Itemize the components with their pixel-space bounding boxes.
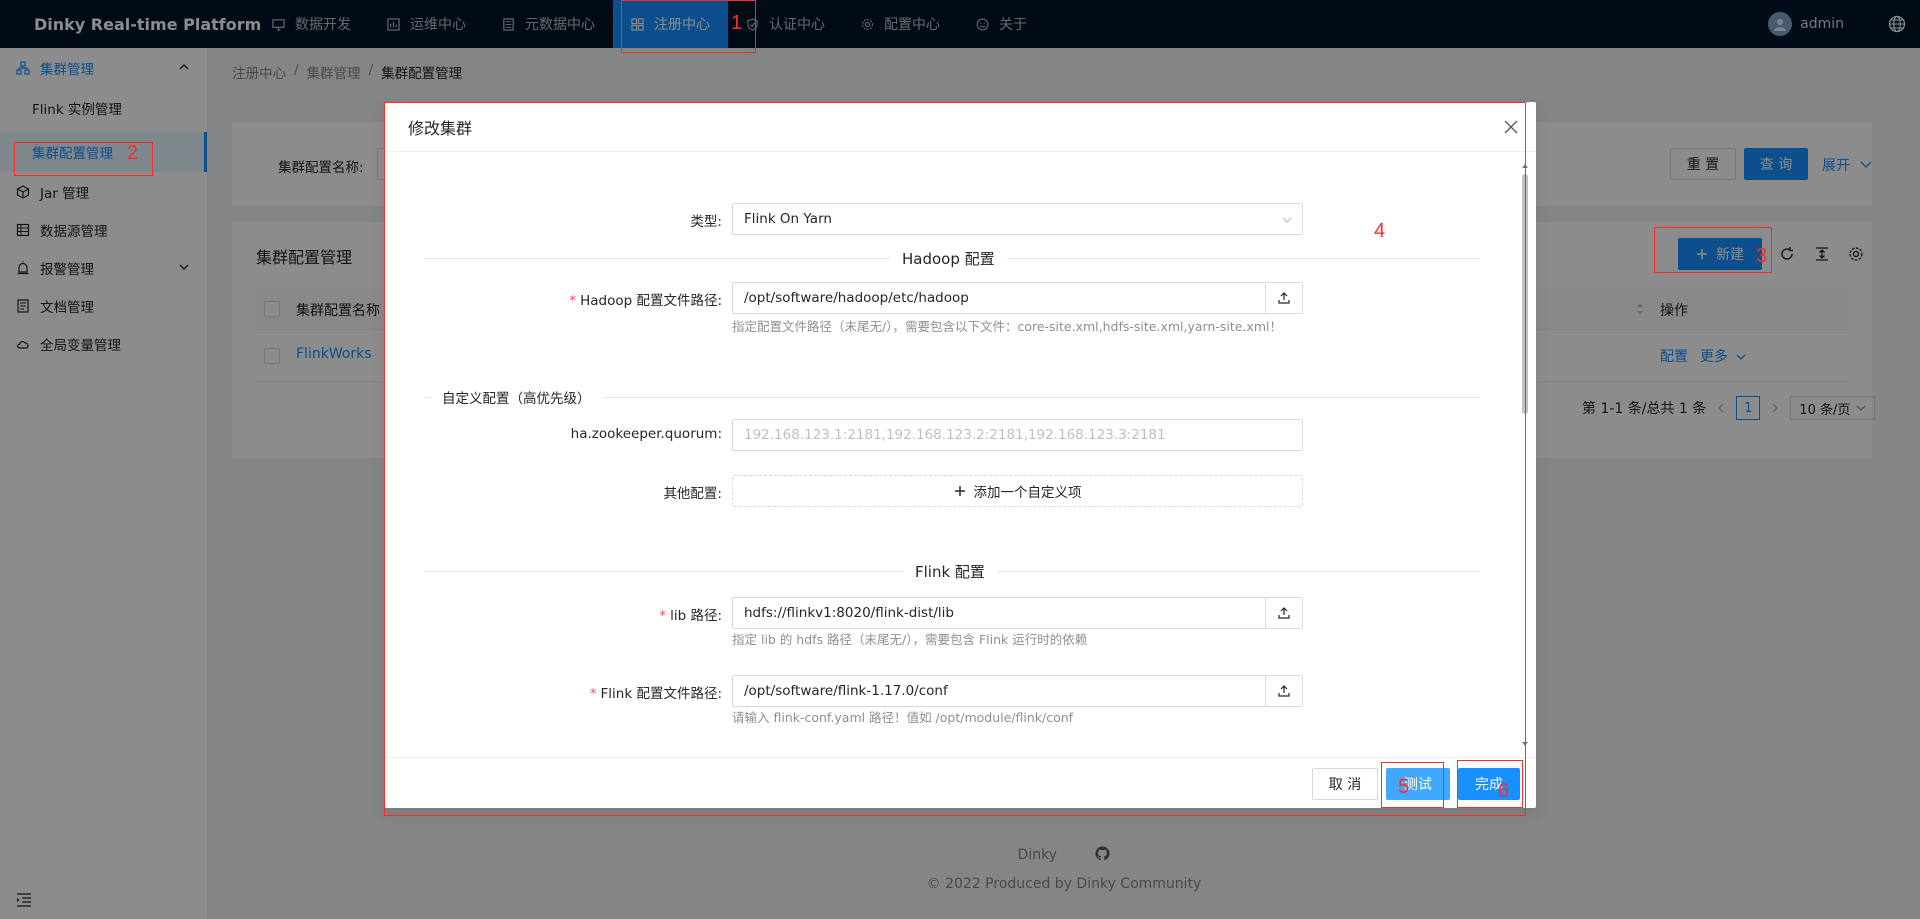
annotation-box-6 — [1457, 760, 1523, 808]
annotation-box-3 — [1654, 227, 1772, 273]
annotation-number-5: 5 — [1398, 776, 1410, 798]
annotation-number-6: 6 — [1498, 780, 1510, 802]
annotation-box-5 — [1381, 762, 1444, 808]
annotation-number-2: 2 — [127, 142, 139, 164]
annotation-box-4 — [384, 102, 1526, 816]
annotation-number-4: 4 — [1374, 220, 1386, 242]
annotation-number-1: 1 — [731, 12, 743, 34]
annotation-number-3: 3 — [1756, 245, 1768, 267]
